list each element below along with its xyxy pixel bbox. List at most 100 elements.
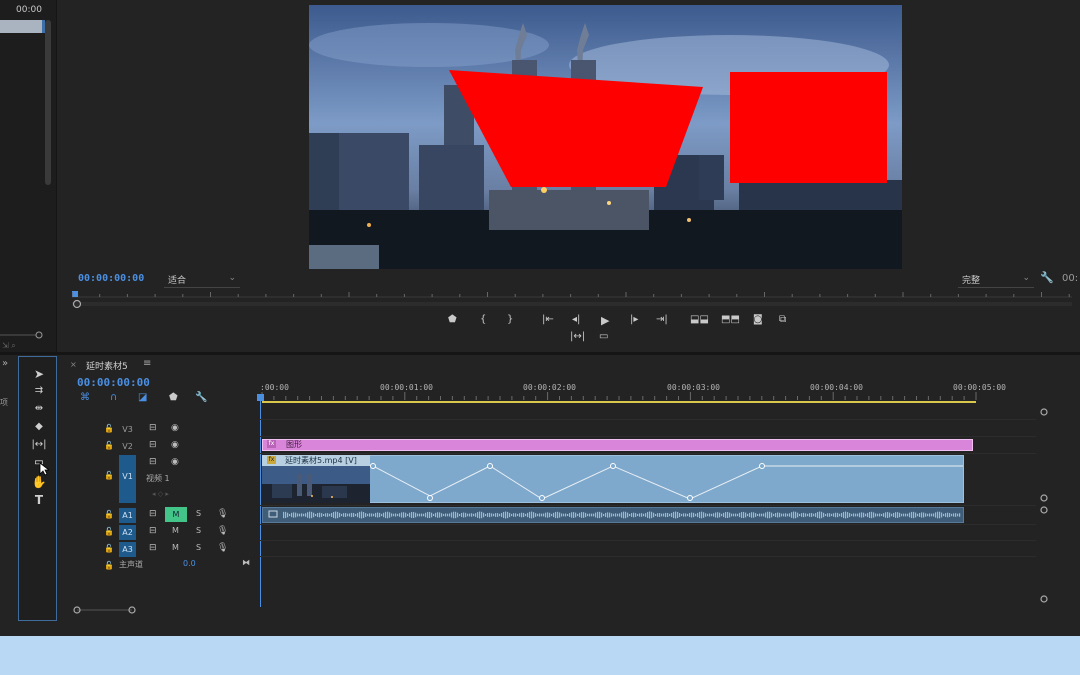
microphone-icon[interactable]: 🎙 [217,543,228,553]
panel-overflow-icon[interactable]: » [2,358,8,369]
audio-clip[interactable] [262,507,964,523]
keyframe-nav-icon[interactable]: ◂ ◇ ▸ [152,490,169,498]
sequence-menu-icon[interactable]: ≡ [143,358,151,369]
add-marker-icon[interactable]: ⬟ [169,392,178,403]
selected-project-item[interactable] [0,20,42,33]
sequence-tab[interactable]: 延时素材5 [86,359,128,372]
ripple-edit-tool-icon[interactable]: ⇹ [30,403,48,414]
wrench-icon[interactable]: 🔧 [1040,271,1054,284]
linked-selection-icon[interactable]: ◪ [138,392,147,403]
go-to-out-icon[interactable]: ⇥| [656,314,668,325]
safe-margins-icon[interactable]: ▭ [599,331,608,342]
program-duration: 00: [1062,273,1079,284]
scroll-handle-icon[interactable] [72,299,86,309]
track-name[interactable]: V2 [119,439,136,454]
track-lane-master [260,556,1036,575]
microphone-icon[interactable]: 🎙 [217,526,228,536]
chevron-down-icon: ⌄ [228,273,236,283]
project-scrollbar[interactable] [45,20,51,185]
chevron-down-icon: ⌄ [1022,273,1030,283]
razor-tool-icon[interactable]: ◆ [30,421,48,432]
playback-resolution-select[interactable]: 完整 ⌄ [958,272,1034,288]
track-name[interactable]: V1 [119,455,136,503]
track-name[interactable]: V3 [119,422,136,437]
go-to-master-icon[interactable]: ⧓ [242,558,250,567]
track-name[interactable]: A1 [119,508,136,523]
extract-icon[interactable]: ⬒⬒ [721,314,740,325]
sync-lock-icon[interactable]: ⊟ [149,440,157,450]
source-timecode: 00:00 [16,5,42,15]
solo-button[interactable]: S [196,526,201,535]
lift-icon[interactable]: ⬓⬓ [690,314,709,325]
sync-lock-icon[interactable]: ⊟ [149,457,157,467]
eye-icon[interactable]: ◉ [171,457,179,467]
lock-icon[interactable]: 🔓 [104,544,114,553]
zoom-fit-select[interactable]: 适合 ⌄ [164,272,240,288]
track-select-tool-icon[interactable]: ⇉ [30,385,48,396]
sync-lock-icon[interactable]: ⊟ [149,543,157,553]
sync-lock-icon[interactable]: ⊟ [149,423,157,433]
track-name[interactable]: A3 [119,542,136,557]
track-header-a3: 🔓 A3 ⊟ M S 🎙 [64,541,258,558]
playback-resolution-value: 完整 [962,276,981,286]
lock-icon[interactable]: 🔓 [104,561,114,570]
playhead-marker[interactable] [72,291,78,297]
master-volume-value[interactable]: 0.0 [183,559,196,568]
microphone-icon[interactable]: 🎙 [217,509,228,519]
zoom-handle-icon[interactable] [35,331,43,339]
timeline-vertical-scrollbar[interactable] [1040,408,1048,603]
red-mask-rectangle[interactable] [730,72,887,183]
taskbar [0,636,1080,675]
step-back-icon[interactable]: ◂| [572,314,580,325]
work-area-bar[interactable] [262,401,976,403]
track-name[interactable]: A2 [119,525,136,540]
program-zoom-scrollbar[interactable] [72,299,1072,309]
step-forward-icon[interactable]: |▸ [630,314,638,325]
lock-icon[interactable]: 🔓 [104,441,114,450]
track-header-a2: 🔓 A2 ⊟ M S 🎙 [64,524,258,541]
trim-icon[interactable]: |↔| [570,331,585,342]
hand-tool-icon[interactable]: ✋ [30,475,48,489]
program-video-frame [309,5,902,269]
mute-button[interactable]: M [172,526,179,535]
lock-icon[interactable]: 🔓 [104,510,114,519]
graphic-clip[interactable] [262,439,973,451]
eye-icon[interactable]: ◉ [171,423,179,433]
solo-button[interactable]: S [196,543,201,552]
mute-button[interactable]: M [172,543,179,552]
playhead-handle[interactable] [257,394,264,401]
eye-icon[interactable]: ◉ [171,440,179,450]
slip-tool-icon[interactable]: |↔| [30,439,48,450]
track-header-master: 🔓 主声道 0.0 ⧓ [64,558,258,575]
export-frame-icon[interactable]: ◙ [753,314,763,325]
timeline-timecode[interactable]: 00:00:00:00 [77,376,150,389]
audio-waveform [268,510,961,519]
timeline-settings-wrench-icon[interactable]: 🔧 [195,392,207,403]
selection-tool-icon[interactable]: ➤ [30,367,48,381]
program-timecode[interactable]: 00:00:00:00 [78,273,144,284]
lock-icon[interactable]: 🔓 [104,424,114,433]
play-icon[interactable]: ▶ [601,314,609,327]
snap-icon[interactable]: ∩ [110,392,117,403]
track-header-a1: 🔓 A1 ⊟ M S 🎙 [64,507,258,524]
timeline-ruler[interactable]: :00:00 00:00:01:00 00:00:02:00 00:00:03:… [260,380,1036,402]
video-clip-thumbnail [262,466,370,503]
timeline-horizontal-scrollbar[interactable] [72,606,142,614]
lock-icon[interactable]: 🔓 [104,471,114,480]
mute-button[interactable]: M [165,507,187,522]
project-panel-partial-label: 项 [0,398,8,407]
lock-icon[interactable]: 🔓 [104,527,114,536]
comparison-view-icon[interactable]: ⧉ [779,314,786,325]
nest-icon[interactable]: ⌘ [80,392,90,403]
close-sequence-icon[interactable]: × [70,360,77,369]
marker-icon[interactable]: ⬟ [448,314,457,325]
solo-button[interactable]: S [196,509,201,518]
sync-lock-icon[interactable]: ⊟ [149,509,157,519]
mark-out-icon[interactable]: } [507,314,513,325]
type-tool-icon[interactable]: T [30,493,48,507]
sync-lock-icon[interactable]: ⊟ [149,526,157,536]
go-to-in-icon[interactable]: |⇤ [542,314,554,325]
timeline-tools: ⌘ ∩ ◪ ⬟ 🔧 [78,392,218,404]
automate-icon[interactable]: ⇲ ⌕ [2,341,16,350]
mark-in-icon[interactable]: { [480,314,486,325]
